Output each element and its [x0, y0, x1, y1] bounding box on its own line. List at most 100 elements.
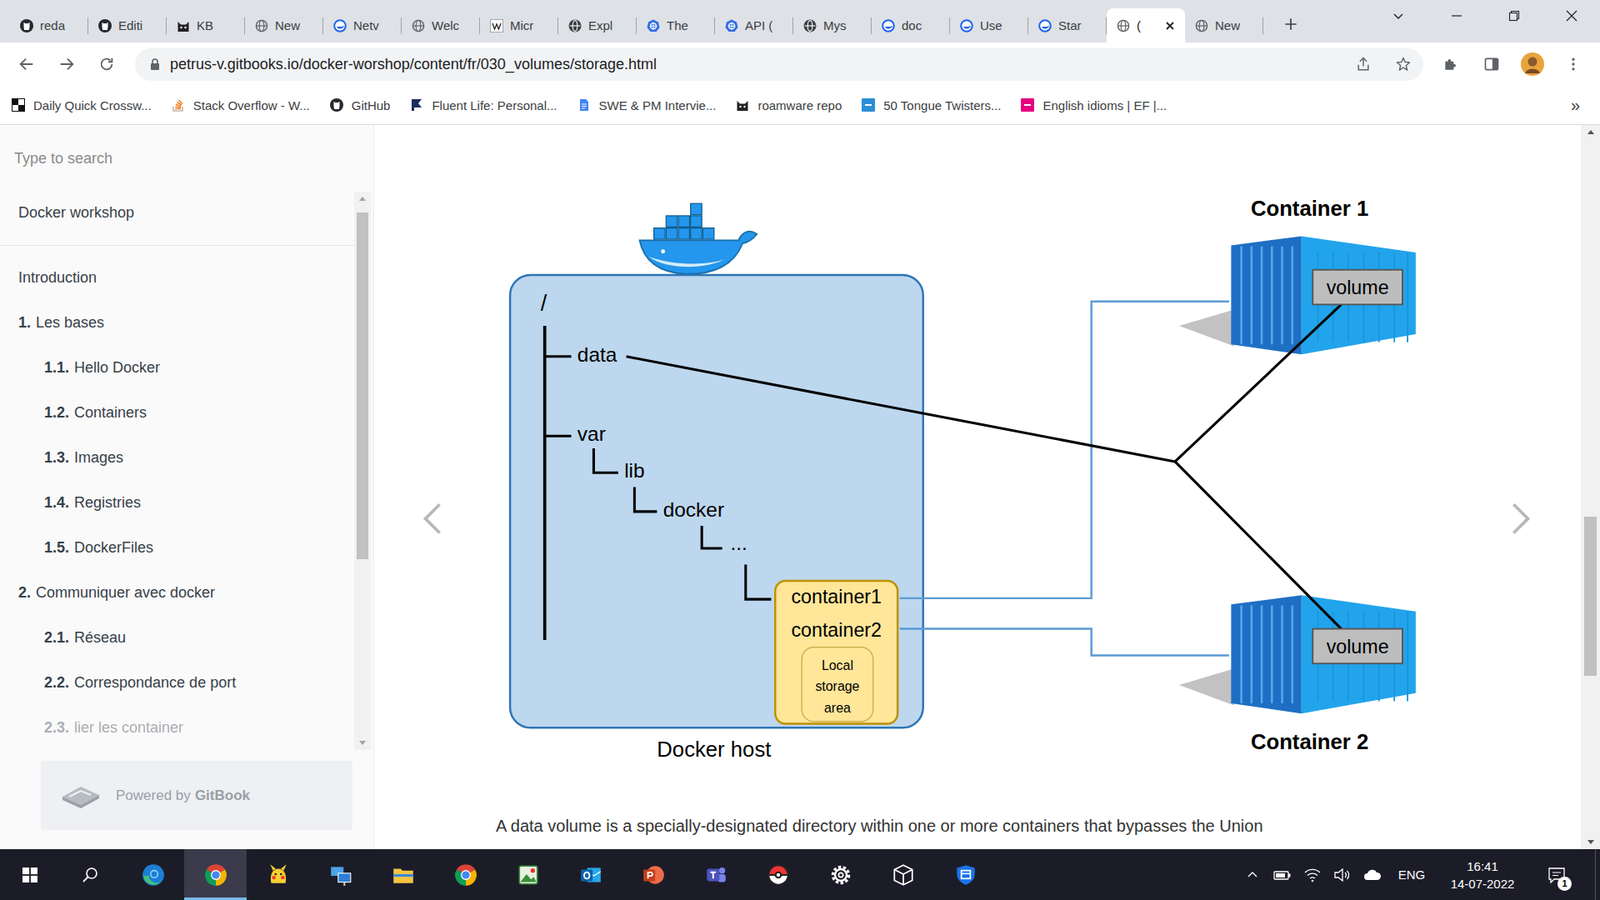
more-bookmarks-button[interactable]: » — [1560, 95, 1590, 115]
taskbar-app[interactable] — [496, 849, 560, 900]
browser-tab[interactable]: The — [636, 8, 715, 43]
tab-search-button[interactable] — [1379, 0, 1418, 32]
browser-tab[interactable]: Star — [1028, 8, 1107, 43]
taskbar-app[interactable] — [684, 849, 747, 900]
taskbar-app[interactable] — [621, 849, 685, 900]
chapter-item[interactable]: 2.2.Correspondance de port — [0, 660, 355, 705]
reload-button[interactable] — [90, 47, 124, 81]
scroll-down-icon[interactable] — [358, 735, 367, 750]
battery-button[interactable] — [1268, 849, 1297, 900]
bookmark[interactable]: Daily Quick Crossw... — [11, 98, 152, 113]
bookmark[interactable]: SWE & PM Intervie... — [577, 98, 717, 113]
taskbar-app[interactable] — [371, 849, 435, 900]
chapter-item[interactable]: 2.3.lier les container — [0, 705, 355, 750]
bookmark[interactable]: 50 Tongue Twisters... — [861, 98, 1001, 113]
menu-button[interactable] — [1556, 47, 1590, 81]
extensions-button[interactable] — [1434, 47, 1468, 81]
taskbar-app[interactable] — [434, 849, 497, 900]
taskbar-app[interactable] — [309, 849, 372, 900]
browser-tab[interactable]: API ( — [715, 8, 794, 43]
bookmark[interactable]: Stack Overflow - W... — [171, 98, 310, 113]
onedrive-button[interactable] — [1358, 849, 1387, 900]
volume-badge: volume — [1312, 270, 1403, 305]
powered-by-gitbook[interactable]: Powered byGitBook — [40, 760, 353, 830]
browser-tab[interactable]: reda — [10, 8, 89, 43]
browser-tab[interactable]: New — [1185, 8, 1264, 43]
next-arrow-icon[interactable] — [1513, 504, 1528, 533]
star-icon[interactable] — [1395, 55, 1412, 73]
clock[interactable]: 16:4114-07-2022 — [1436, 849, 1529, 900]
show-hidden-icons-button[interactable] — [1238, 849, 1267, 900]
browser-tab[interactable]: Netv — [323, 8, 402, 43]
language-indicator[interactable]: ENG — [1388, 849, 1435, 900]
globe-icon — [1116, 19, 1130, 33]
start-button[interactable] — [0, 849, 60, 900]
taskbar-app[interactable] — [871, 849, 935, 900]
taskbar-app[interactable] — [934, 849, 997, 900]
browser-tab[interactable]: Use — [950, 8, 1029, 43]
chapter-item[interactable]: 1.Les bases — [0, 300, 355, 345]
bookmark-label: 50 Tongue Twisters... — [883, 98, 1001, 113]
address-bar[interactable]: petrus-v.gitbooks.io/docker-worshop/cont… — [135, 48, 1424, 81]
show-desktop-button[interactable] — [1595, 849, 1600, 900]
forward-button[interactable] — [50, 47, 84, 81]
chapter-item[interactable]: 1.4.Registries — [0, 480, 355, 525]
browser-tab[interactable]: Welc — [401, 8, 480, 43]
lock-icon[interactable] — [148, 57, 162, 71]
notification-center-button[interactable]: 1 — [1536, 849, 1577, 900]
side-panel-button[interactable] — [1475, 47, 1509, 81]
close-window-button[interactable] — [1542, 0, 1600, 32]
bookmark[interactable]: English idioms | EF |... — [1020, 98, 1167, 113]
profile-button[interactable] — [1515, 47, 1550, 81]
browser-tab[interactable]: Expl — [558, 8, 637, 43]
browser-tab[interactable]: KB — [166, 8, 245, 43]
network-button[interactable] — [1298, 849, 1327, 900]
bookmark[interactable]: roamware repo — [735, 98, 842, 113]
taskbar-app[interactable] — [746, 849, 810, 900]
close-icon[interactable] — [1163, 19, 1177, 33]
scrollbar-thumb[interactable] — [356, 212, 369, 560]
container-title: Container 2 — [1250, 730, 1369, 754]
search-button[interactable] — [60, 849, 122, 900]
system-tray: ENG16:4114-07-20221 — [1238, 849, 1600, 900]
browser-tab[interactable]: Mys — [793, 8, 872, 43]
chapter-item[interactable]: 1.2.Containers — [0, 390, 355, 435]
page-scrollbar[interactable] — [1580, 125, 1600, 850]
taskbar-app[interactable] — [559, 849, 622, 900]
close-icon — [1565, 10, 1578, 22]
search-input[interactable]: Type to search — [0, 125, 374, 192]
bookmark[interactable]: GitHub — [330, 98, 391, 113]
volume-button[interactable] — [1328, 849, 1357, 900]
taskbar-app[interactable] — [246, 849, 310, 900]
taskbar-app[interactable] — [809, 849, 872, 900]
chapter-item[interactable]: Introduction — [0, 255, 355, 300]
new-tab-button[interactable] — [1278, 11, 1304, 37]
back-button[interactable] — [10, 47, 44, 81]
browser-tab[interactable]: Editi — [88, 8, 167, 43]
chapter-item[interactable]: 1.3.Images — [0, 435, 355, 480]
bookmark[interactable]: Fluent Life: Personal... — [410, 98, 557, 113]
share-icon[interactable] — [1355, 55, 1372, 73]
taskbar-app[interactable] — [121, 849, 185, 900]
chapter-item[interactable]: 1.1.Hello Docker — [0, 345, 355, 390]
bookmarks-bar: Daily Quick Crossw... Stack Overflow - W.… — [0, 85, 1600, 125]
previous-arrow-icon[interactable] — [425, 504, 440, 533]
tab-label: Mys — [823, 18, 847, 33]
restore-button[interactable] — [1485, 0, 1543, 32]
scroll-down-icon[interactable] — [1586, 835, 1595, 850]
book-title[interactable]: Docker workshop — [0, 191, 355, 246]
scroll-up-icon[interactable] — [358, 191, 367, 206]
browser-tab[interactable]: New — [245, 8, 324, 43]
browser-tab[interactable]: ( — [1106, 8, 1185, 43]
browser-tab[interactable]: doc — [871, 8, 950, 43]
sidebar-scrollbar[interactable] — [354, 191, 371, 750]
scrollbar-thumb[interactable] — [1584, 516, 1597, 676]
taskbar-app[interactable] — [184, 849, 247, 900]
chapter-item[interactable]: 2.Communiquer avec docker — [0, 570, 355, 615]
chapter-item[interactable]: 2.1.Réseau — [0, 615, 355, 660]
browser-tab[interactable]: Micr — [480, 8, 559, 43]
minimize-button[interactable] — [1427, 0, 1485, 32]
url-text[interactable]: petrus-v.gitbooks.io/docker-worshop/cont… — [170, 55, 1347, 74]
scroll-up-icon[interactable] — [1586, 125, 1595, 140]
chapter-item[interactable]: 1.5.DockerFiles — [0, 525, 355, 570]
